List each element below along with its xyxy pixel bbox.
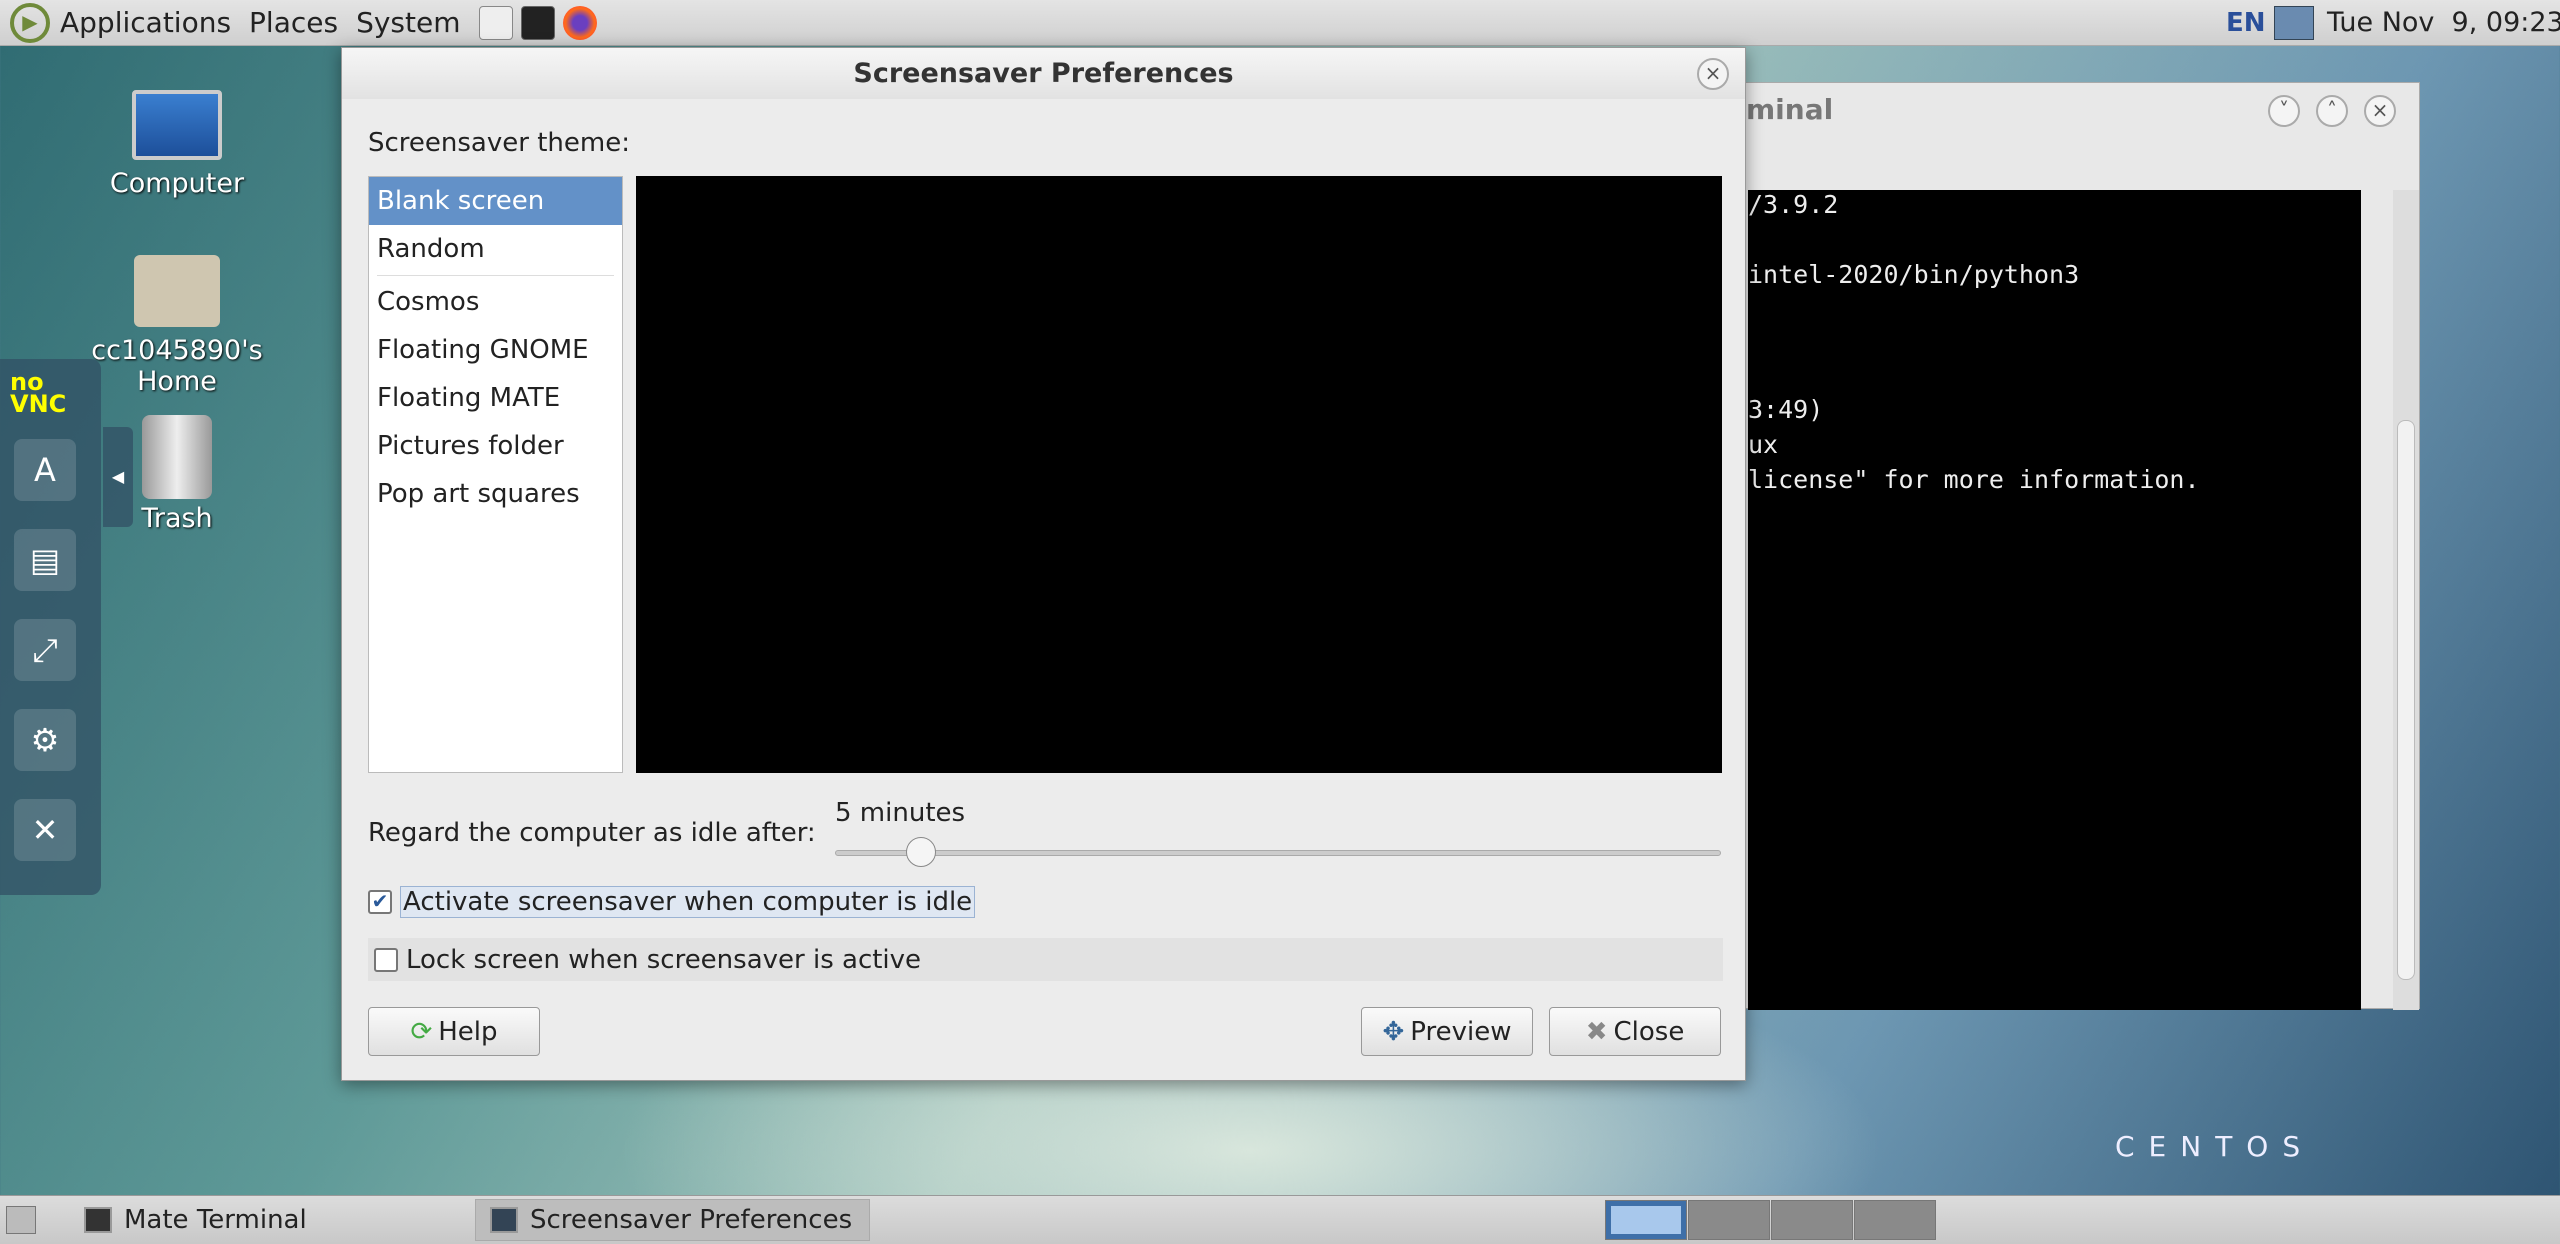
preview-label: Preview (1410, 1016, 1512, 1047)
workspace-window (1611, 1206, 1681, 1234)
keyboard-icon[interactable]: A (14, 439, 76, 501)
terminal-line: license" for more information. (1748, 465, 2200, 494)
clipboard-icon[interactable]: ▤ (14, 529, 76, 591)
desktop-icon-computer[interactable]: Computer (57, 90, 297, 199)
terminal-line: /3.9.2 (1748, 190, 1839, 219)
show-desktop-icon[interactable] (6, 1206, 36, 1234)
dialog-title: Screensaver Preferences (342, 48, 1745, 99)
novnc-logo: no VNC (10, 368, 67, 418)
preview-icon: ✥ (1382, 1016, 1405, 1047)
icon-label: Trash (141, 503, 213, 534)
screensaver-icon (490, 1207, 518, 1233)
help-label: Help (438, 1016, 498, 1047)
activate-checkbox[interactable]: ✔ (368, 890, 392, 914)
preview-button[interactable]: ✥ Preview (1361, 1007, 1533, 1056)
collapse-handle[interactable]: ◀ (103, 427, 133, 527)
icon-label: cc1045890's Home (91, 335, 263, 397)
lock-label[interactable]: Lock screen when screensaver is active (406, 945, 921, 975)
divider (377, 275, 614, 276)
workspace-4[interactable] (1854, 1200, 1936, 1240)
theme-item[interactable]: Random (369, 225, 622, 273)
settings-icon[interactable]: ⚙ (14, 709, 76, 771)
theme-preview (636, 176, 1722, 773)
terminal-title: minal (1746, 93, 1834, 126)
keyboard-layout[interactable]: EN (2226, 8, 2266, 38)
minimize-button[interactable]: ˅ (2268, 95, 2300, 127)
task-label: Mate Terminal (124, 1205, 307, 1235)
terminal-close-button[interactable]: × (2364, 95, 2396, 127)
workspace-2[interactable] (1688, 1200, 1770, 1240)
firefox-launcher-icon[interactable] (562, 5, 597, 40)
menu-applications[interactable]: Applications (60, 6, 231, 39)
dialog-close-icon[interactable]: × (1697, 58, 1729, 90)
workspace-3[interactable] (1771, 1200, 1853, 1240)
task-label: Screensaver Preferences (530, 1205, 853, 1235)
icon-label: Computer (109, 168, 245, 199)
theme-item[interactable]: Blank screen (369, 177, 622, 225)
terminal-launcher-icon[interactable] (520, 5, 555, 40)
novnc-control-bar: no VNC A ▤ ⤢ ⚙ ✕ ◀ (0, 359, 133, 895)
mate-logo-icon[interactable]: ▶ (10, 2, 50, 43)
theme-item[interactable]: Pop art squares (369, 470, 622, 518)
task-screensaver-preferences[interactable]: Screensaver Preferences (475, 1199, 870, 1241)
theme-item[interactable]: Cosmos (369, 278, 622, 326)
terminal-scrollbar[interactable] (2393, 190, 2419, 1010)
help-button[interactable]: ⟳ Help (368, 1007, 540, 1056)
idle-value: 5 minutes (835, 798, 966, 828)
activate-checkbox-row[interactable]: ✔ Activate screensaver when computer is … (368, 886, 976, 918)
close-button[interactable]: ✖ Close (1549, 1007, 1721, 1056)
screensaver-preferences-dialog: Screensaver Preferences × Screensaver th… (341, 47, 1746, 1081)
terminal-window: minal ˅ ˄ × /3.9.2 intel-2020/bin/python… (1715, 82, 2420, 1010)
theme-item[interactable]: Pictures folder (369, 422, 622, 470)
clock[interactable]: Tue Nov 9, 09:23 (2327, 7, 2560, 38)
menu-system[interactable]: System (356, 6, 460, 39)
theme-label: Screensaver theme: (368, 128, 630, 158)
computer-icon (132, 90, 222, 160)
trash-icon (142, 415, 212, 499)
idle-slider[interactable] (835, 837, 1721, 867)
disconnect-icon[interactable]: ✕ (14, 799, 76, 861)
task-mate-terminal[interactable]: Mate Terminal (70, 1199, 460, 1241)
lock-checkbox-row[interactable]: Lock screen when screensaver is active (368, 938, 1723, 981)
taskbar: Mate Terminal Screensaver Preferences (0, 1195, 2560, 1244)
centos-watermark: CENTOS (2115, 1130, 2315, 1163)
idle-label: Regard the computer as idle after: (368, 818, 816, 848)
close-label: Close (1613, 1016, 1685, 1047)
terminal-icon (84, 1207, 112, 1233)
maximize-button[interactable]: ˄ (2316, 95, 2348, 127)
terminal-line: 3:49) (1748, 395, 1824, 424)
workspace-1[interactable] (1605, 1200, 1687, 1240)
terminal-line: ux (1748, 430, 1779, 459)
close-icon: ✖ (1585, 1016, 1608, 1047)
slider-handle[interactable] (906, 837, 937, 867)
terminal-screen[interactable]: /3.9.2 intel-2020/bin/python3 3:49) ux l… (1748, 190, 2361, 1010)
activate-label[interactable]: Activate screensaver when computer is id… (400, 886, 976, 918)
file-manager-launcher-icon[interactable] (478, 5, 513, 40)
help-icon: ⟳ (410, 1016, 433, 1047)
menu-places[interactable]: Places (249, 6, 338, 39)
network-icon[interactable] (2274, 5, 2314, 40)
fullscreen-icon[interactable]: ⤢ (14, 619, 76, 681)
theme-item[interactable]: Floating MATE (369, 374, 622, 422)
home-folder-icon (134, 255, 220, 327)
terminal-line: intel-2020/bin/python3 (1748, 260, 2080, 289)
lock-checkbox[interactable] (374, 947, 398, 972)
theme-item[interactable]: Floating GNOME (369, 326, 622, 374)
top-panel: ▶ Applications Places System EN Tue Nov … (0, 0, 2560, 46)
scrollbar-thumb[interactable] (2397, 420, 2415, 980)
theme-list: Blank screen Random Cosmos Floating GNOM… (368, 176, 623, 773)
